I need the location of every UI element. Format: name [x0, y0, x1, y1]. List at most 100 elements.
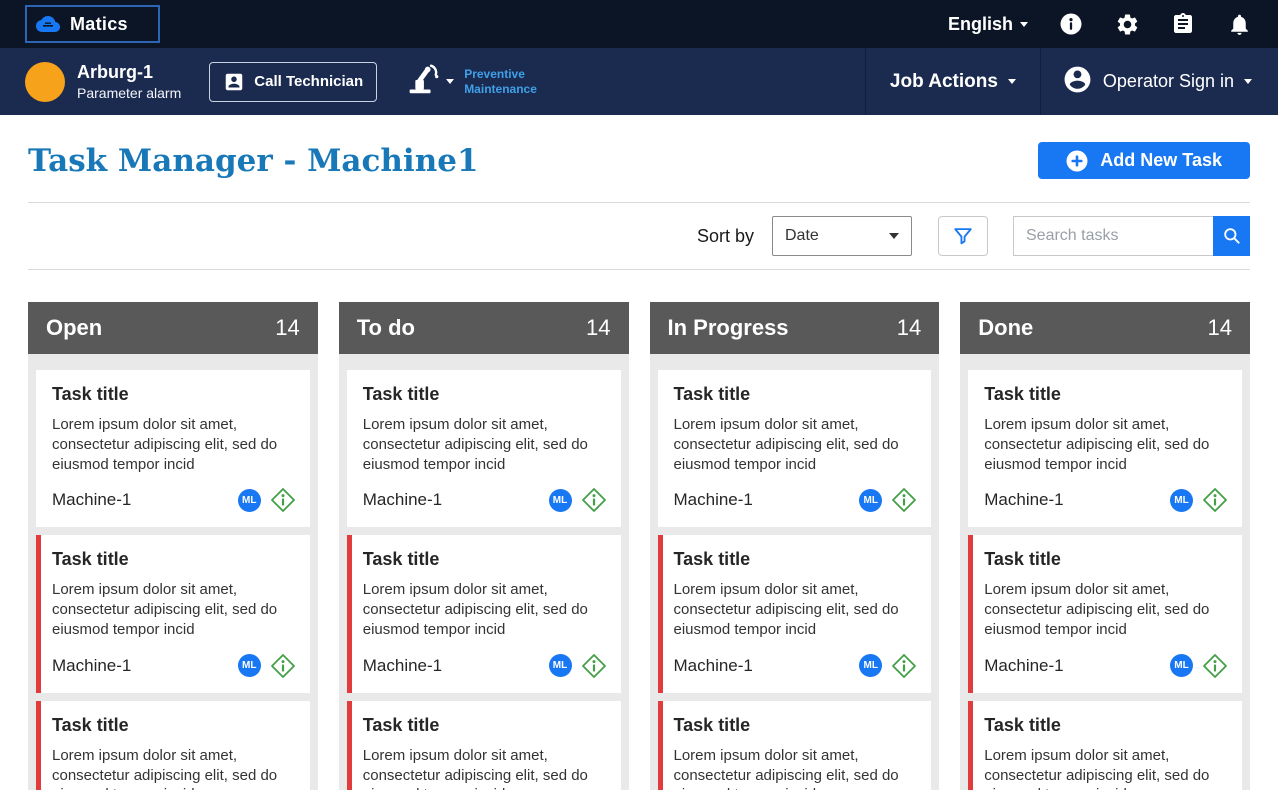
task-body: Lorem ipsum dolor sit amet, consectetur … — [362, 416, 588, 473]
task-title: Task title — [984, 549, 1061, 570]
info-diamond-icon[interactable] — [1202, 653, 1228, 679]
info-diamond-icon[interactable] — [270, 653, 296, 679]
task-machine-label: Machine-1 — [362, 490, 443, 510]
call-technician-label: Call Technician — [254, 73, 364, 90]
task-title: Task title — [52, 714, 129, 735]
task-machine-label: Machine-1 — [362, 655, 443, 675]
info-diamond-icon[interactable] — [891, 653, 917, 679]
ml-badge: ML — [859, 488, 883, 512]
column-count: 14 — [896, 315, 922, 340]
task-icons: ML — [548, 487, 607, 513]
machine-bar-actions: Job Actions Operator Sign in — [864, 48, 1278, 115]
operator-signin-button[interactable]: Operator Sign in — [1041, 48, 1278, 115]
task-body: Lorem ipsum dolor sit amet, consectetur … — [52, 416, 278, 473]
info-icon[interactable] — [1058, 11, 1084, 37]
task-icons: ML — [237, 653, 296, 679]
task-title: Task title — [984, 384, 1061, 404]
task-card[interactable]: Task title Lorem ipsum dolor sit amet, co… — [346, 370, 621, 528]
search-button[interactable] — [1213, 216, 1250, 256]
task-machine-label: Machine-1 — [984, 490, 1064, 510]
kanban-column: Open 14 Task title Lorem ipsum dolor sit am… — [28, 302, 318, 790]
ml-badge: ML — [1170, 654, 1193, 678]
column-body: Task title Lorem ipsum dolor sit amet, co… — [338, 354, 629, 790]
job-actions-button[interactable]: Job Actions — [864, 48, 1041, 115]
task-icons: ML — [859, 487, 917, 513]
task-machine-label: Machine-1 — [673, 655, 753, 675]
machine-status: Parameter alarm — [77, 85, 182, 101]
kanban-board: Open 14 Task title Lorem ipsum dolor sit am… — [28, 302, 1250, 790]
preventive-line2: Maintenance — [464, 81, 537, 96]
task-card[interactable]: Task title Lorem ipsum dolor sit amet, co… — [968, 700, 1242, 790]
machine-name: Arburg-1 — [77, 62, 153, 82]
caret-down-icon — [1007, 79, 1016, 84]
task-icons: ML — [859, 653, 917, 679]
toolbar: Sort by Date — [28, 216, 1250, 256]
info-diamond-icon[interactable] — [891, 487, 917, 513]
task-card[interactable]: Task title Lorem ipsum dolor sit amet, co… — [657, 370, 932, 528]
task-card[interactable]: Task title Lorem ipsum dolor sit amet, co… — [36, 700, 310, 790]
task-card[interactable]: Task title Lorem ipsum dolor sit amet, co… — [346, 535, 621, 693]
brand-name: Matics — [70, 13, 128, 34]
caret-down-icon — [1244, 79, 1252, 84]
task-machine-label: Machine-1 — [673, 490, 753, 510]
task-footer: Machine-1 ML — [52, 653, 296, 679]
sort-select[interactable]: Date — [772, 216, 912, 256]
task-body: Lorem ipsum dolor sit amet, consectetur … — [362, 746, 588, 790]
kanban-column: In Progress 14 Task title Lorem ipsum dolor… — [649, 302, 940, 790]
task-card[interactable]: Task title Lorem ipsum dolor sit amet, co… — [968, 535, 1242, 693]
add-new-task-label: Add New Task — [1100, 150, 1222, 170]
info-diamond-icon[interactable] — [270, 487, 296, 513]
clipboard-icon[interactable] — [1170, 11, 1196, 37]
caret-down-icon — [446, 79, 455, 84]
info-diamond-icon[interactable] — [581, 653, 607, 679]
task-body: Lorem ipsum dolor sit amet, consectetur … — [673, 416, 899, 473]
column-title: To do — [356, 315, 415, 340]
task-footer: Machine-1 ML — [363, 653, 607, 679]
main-content: Task Manager - Machine1 Add New Task Sor… — [0, 142, 1278, 790]
search-input[interactable] — [1013, 216, 1213, 256]
add-new-task-button[interactable]: Add New Task — [1038, 142, 1250, 179]
column-body: Task title Lorem ipsum dolor sit amet, co… — [28, 354, 318, 790]
column-header: In Progress 14 — [649, 302, 940, 354]
topbar: Matics English — [0, 0, 1278, 48]
caret-down-icon — [889, 233, 899, 239]
machine-avatar[interactable] — [25, 61, 65, 102]
task-card[interactable]: Task title Lorem ipsum dolor sit amet, co… — [36, 535, 310, 693]
task-title: Task title — [362, 384, 440, 404]
task-card[interactable]: Task title Lorem ipsum dolor sit amet, co… — [968, 370, 1242, 528]
task-card[interactable]: Task title Lorem ipsum dolor sit amet, co… — [657, 700, 932, 790]
search-group — [1013, 216, 1250, 256]
machine-meta: Arburg-1 Parameter alarm — [77, 62, 181, 101]
language-selector[interactable]: English — [948, 14, 1028, 35]
task-machine-label: Machine-1 — [52, 655, 132, 675]
task-footer: Machine-1 ML — [363, 487, 607, 513]
ml-badge: ML — [1170, 488, 1193, 512]
task-card[interactable]: Task title Lorem ipsum dolor sit amet, co… — [36, 370, 310, 528]
gear-icon[interactable] — [1114, 11, 1140, 37]
preventive-line1: Preventive — [464, 66, 525, 81]
sort-select-value: Date — [785, 227, 819, 244]
column-title: Open — [46, 315, 103, 340]
machine-bar: Arburg-1 Parameter alarm Call Technician — [0, 48, 1278, 115]
operator-circle-icon — [1062, 64, 1093, 100]
operator-signin-label: Operator Sign in — [1102, 71, 1234, 91]
call-technician-button[interactable]: Call Technician — [209, 61, 378, 102]
job-actions-label: Job Actions — [889, 70, 998, 92]
column-title: Done — [978, 315, 1034, 340]
task-body: Lorem ipsum dolor sit amet, consectetur … — [984, 416, 1210, 473]
column-body: Task title Lorem ipsum dolor sit amet, co… — [649, 354, 940, 790]
task-body: Lorem ipsum dolor sit amet, consectetur … — [673, 746, 899, 790]
brand-logo[interactable]: Matics — [25, 5, 160, 43]
bell-icon[interactable] — [1226, 11, 1252, 37]
task-card[interactable]: Task title Lorem ipsum dolor sit amet, co… — [346, 700, 621, 790]
page-title: Task Manager - Machine1 — [28, 142, 479, 179]
task-footer: Machine-1 ML — [674, 653, 918, 679]
preventive-maintenance-label: Preventive Maintenance — [464, 67, 537, 97]
info-diamond-icon[interactable] — [581, 487, 607, 513]
info-diamond-icon[interactable] — [1202, 487, 1228, 513]
task-card[interactable]: Task title Lorem ipsum dolor sit amet, co… — [657, 535, 932, 693]
ml-badge: ML — [548, 488, 572, 512]
filter-button[interactable] — [938, 216, 988, 256]
kanban-column: To do 14 Task title Lorem ipsum dolor sit a… — [338, 302, 629, 790]
preventive-maintenance-button[interactable]: Preventive Maintenance — [403, 60, 537, 103]
